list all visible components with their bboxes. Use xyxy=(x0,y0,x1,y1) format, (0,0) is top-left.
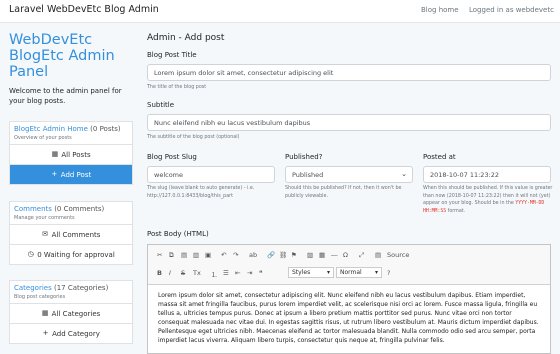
sidebar-title: WebDevEtc BlogEtc Admin Panel xyxy=(9,32,115,80)
categories-count: (17 Categories) xyxy=(53,284,109,292)
indent-icon[interactable]: ⇥ xyxy=(247,269,252,277)
sidebar-welcome: Welcome to the admin panel for your blog… xyxy=(9,87,122,105)
help-icon[interactable]: ? xyxy=(387,269,390,277)
special-char-icon[interactable]: Ω xyxy=(343,251,348,259)
grid-icon: ▦ xyxy=(51,150,59,158)
bulleted-list-icon[interactable]: ☰ xyxy=(223,269,229,277)
paste-word-icon[interactable]: ▣ xyxy=(205,251,211,259)
sidebar-item-add-post[interactable]: + Add Post xyxy=(10,164,132,184)
rich-text-editor: ✂ ⧉ ▤ ▥ ▣ ↶ ↷ ab 🔗 ⛓ ⚑ ▨ ▦ ― Ω ⤢ ▤ Sourc… xyxy=(147,244,551,354)
paste-icon[interactable]: ▤ xyxy=(181,251,187,259)
comments-count: (0 Comments) xyxy=(54,205,105,213)
unlink-icon[interactable]: ⛓ xyxy=(279,251,287,259)
format-dropdown[interactable]: Normal ▾ xyxy=(336,267,382,278)
anchor-icon[interactable]: ⚑ xyxy=(291,251,297,259)
source-icon[interactable]: ▤ xyxy=(375,251,381,259)
chevron-down-icon: ▾ xyxy=(374,269,378,276)
navbar-brand[interactable]: Laravel WebDevEtc Blog Admin xyxy=(9,4,159,15)
sidebar-item-label: All Posts xyxy=(61,150,91,159)
posts-group-sub: Overview of your posts xyxy=(14,135,72,141)
categories-link[interactable]: Categories xyxy=(14,284,52,292)
copy-icon[interactable]: ⧉ xyxy=(169,251,174,260)
page-title: Admin - Add post xyxy=(147,33,225,43)
sidebar-item-label: Add Post xyxy=(60,170,92,179)
subtitle-label: Subtitle xyxy=(147,101,175,109)
comments-icon: ✉ xyxy=(42,230,48,238)
published-select[interactable]: Published ⌄ xyxy=(285,166,413,183)
sidebar-item-label: All Categories xyxy=(51,309,101,318)
outdent-icon[interactable]: ⇤ xyxy=(235,269,240,277)
plus-icon: + xyxy=(42,329,49,337)
post-body-label: Post Body (HTML) xyxy=(147,230,209,238)
sidebar-item-all-posts[interactable]: ▦ All Posts xyxy=(10,144,132,164)
sidebar-item-label: All Comments xyxy=(51,230,101,239)
sidebar-item-waiting-approval[interactable]: ◷ 0 Waiting for approval xyxy=(10,244,132,264)
categories-group-heading: Categories (17 Categories) xyxy=(10,281,132,292)
comments-group-heading: Comments (0 Comments) xyxy=(10,202,132,213)
slug-help-url: http://127.0.0.1:8433/blog/this_part xyxy=(147,193,233,199)
source-button[interactable]: Source xyxy=(387,251,409,259)
bold-icon[interactable]: B xyxy=(157,269,162,277)
horizontal-line-icon[interactable]: ― xyxy=(331,251,338,259)
posts-count: (0 Posts) xyxy=(90,125,121,133)
published-select-value: Published xyxy=(292,171,324,179)
chevron-down-icon: ⌄ xyxy=(401,170,407,178)
sidebar-item-label: 0 Waiting for approval xyxy=(37,250,115,259)
spellcheck-icon[interactable]: ab xyxy=(249,251,257,259)
subtitle-help: The subtitle of the blog post (optional) xyxy=(147,135,240,140)
admin-home-link[interactable]: BlogEtc Admin Home xyxy=(14,125,88,133)
subtitle-input[interactable]: Nunc eleifend nibh eu lacus vestibulum d… xyxy=(147,114,551,131)
categories-group-sub: Blog post categories xyxy=(14,294,66,300)
sidebar-item-label: Add Category xyxy=(52,329,100,338)
sidebar-item-all-comments[interactable]: ✉ All Comments xyxy=(10,224,132,244)
posts-group-heading: BlogEtc Admin Home (0 Posts) xyxy=(10,122,132,133)
posted-at-label: Posted at xyxy=(423,153,456,161)
chevron-down-icon: ▾ xyxy=(326,269,330,276)
slug-help-text: The slug (leave blank to auto generate) … xyxy=(147,186,255,191)
blockquote-icon[interactable]: ❝ xyxy=(259,269,263,277)
link-icon[interactable]: 🔗 xyxy=(267,251,275,259)
posts-group: BlogEtc Admin Home (0 Posts) Overview of… xyxy=(9,121,133,185)
categories-group: Categories (17 Categories) Blog post cat… xyxy=(9,280,133,344)
editor-toolbar: ✂ ⧉ ▤ ▥ ▣ ↶ ↷ ab 🔗 ⛓ ⚑ ▨ ▦ ― Ω ⤢ ▤ Sourc… xyxy=(148,245,550,285)
grid-icon: ▦ xyxy=(41,309,49,317)
italic-icon[interactable]: I xyxy=(169,269,171,277)
posted-at-input[interactable]: 2018-10-07 11:23:22 xyxy=(423,166,551,183)
published-label: Published? xyxy=(285,153,323,161)
blog-home-link[interactable]: Blog home xyxy=(421,6,459,14)
maximize-icon[interactable]: ⤢ xyxy=(359,251,364,260)
title-input[interactable]: Lorem ipsum dolor sit amet, consectetur … xyxy=(147,64,551,81)
sidebar-item-add-category[interactable]: + Add Category xyxy=(10,323,132,343)
slug-input[interactable]: welcome xyxy=(147,166,275,183)
sidebar: WebDevEtc BlogEtc Admin Panel Welcome to… xyxy=(9,32,133,106)
slug-help: The slug (leave blank to auto generate) … xyxy=(147,185,277,200)
undo-icon[interactable]: ↶ xyxy=(221,251,226,259)
posted-at-help: When this should be published. If this v… xyxy=(423,185,553,215)
image-icon[interactable]: ▨ xyxy=(307,251,313,259)
numbered-list-icon[interactable]: ⒈ xyxy=(211,269,218,279)
styles-dropdown-label: Styles xyxy=(292,269,311,276)
comments-group-sub: Manage your comments xyxy=(14,215,75,221)
title-help: The title of the blog post xyxy=(147,85,207,90)
redo-icon[interactable]: ↷ xyxy=(233,251,238,259)
top-navbar: Laravel WebDevEtc Blog Admin Blog home L… xyxy=(0,0,560,23)
format-dropdown-label: Normal xyxy=(340,269,362,276)
comments-link[interactable]: Comments xyxy=(14,205,52,213)
sidebar-item-all-categories[interactable]: ▦ All Categories xyxy=(10,303,132,323)
editor-content[interactable]: Lorem ipsum dolor sit amet, consectetur … xyxy=(148,285,550,351)
logged-in-link[interactable]: Logged in as webdevetc xyxy=(469,6,554,14)
remove-format-icon[interactable]: Tx xyxy=(193,269,201,277)
comments-group: Comments (0 Comments) Manage your commen… xyxy=(9,201,133,265)
paste-text-icon[interactable]: ▥ xyxy=(193,251,199,259)
posted-at-help-suffix: format. xyxy=(447,208,466,214)
plus-icon: + xyxy=(51,170,58,178)
title-label: Blog Post Title xyxy=(147,51,197,59)
slug-label: Blog Post Slug xyxy=(147,153,197,161)
table-icon[interactable]: ▦ xyxy=(319,251,325,259)
clock-icon: ◷ xyxy=(27,250,34,258)
published-help: Should this be published? If not, then i… xyxy=(285,186,402,199)
cut-icon[interactable]: ✂ xyxy=(157,251,162,259)
strike-icon[interactable]: S xyxy=(181,269,185,277)
styles-dropdown[interactable]: Styles ▾ xyxy=(288,267,334,278)
